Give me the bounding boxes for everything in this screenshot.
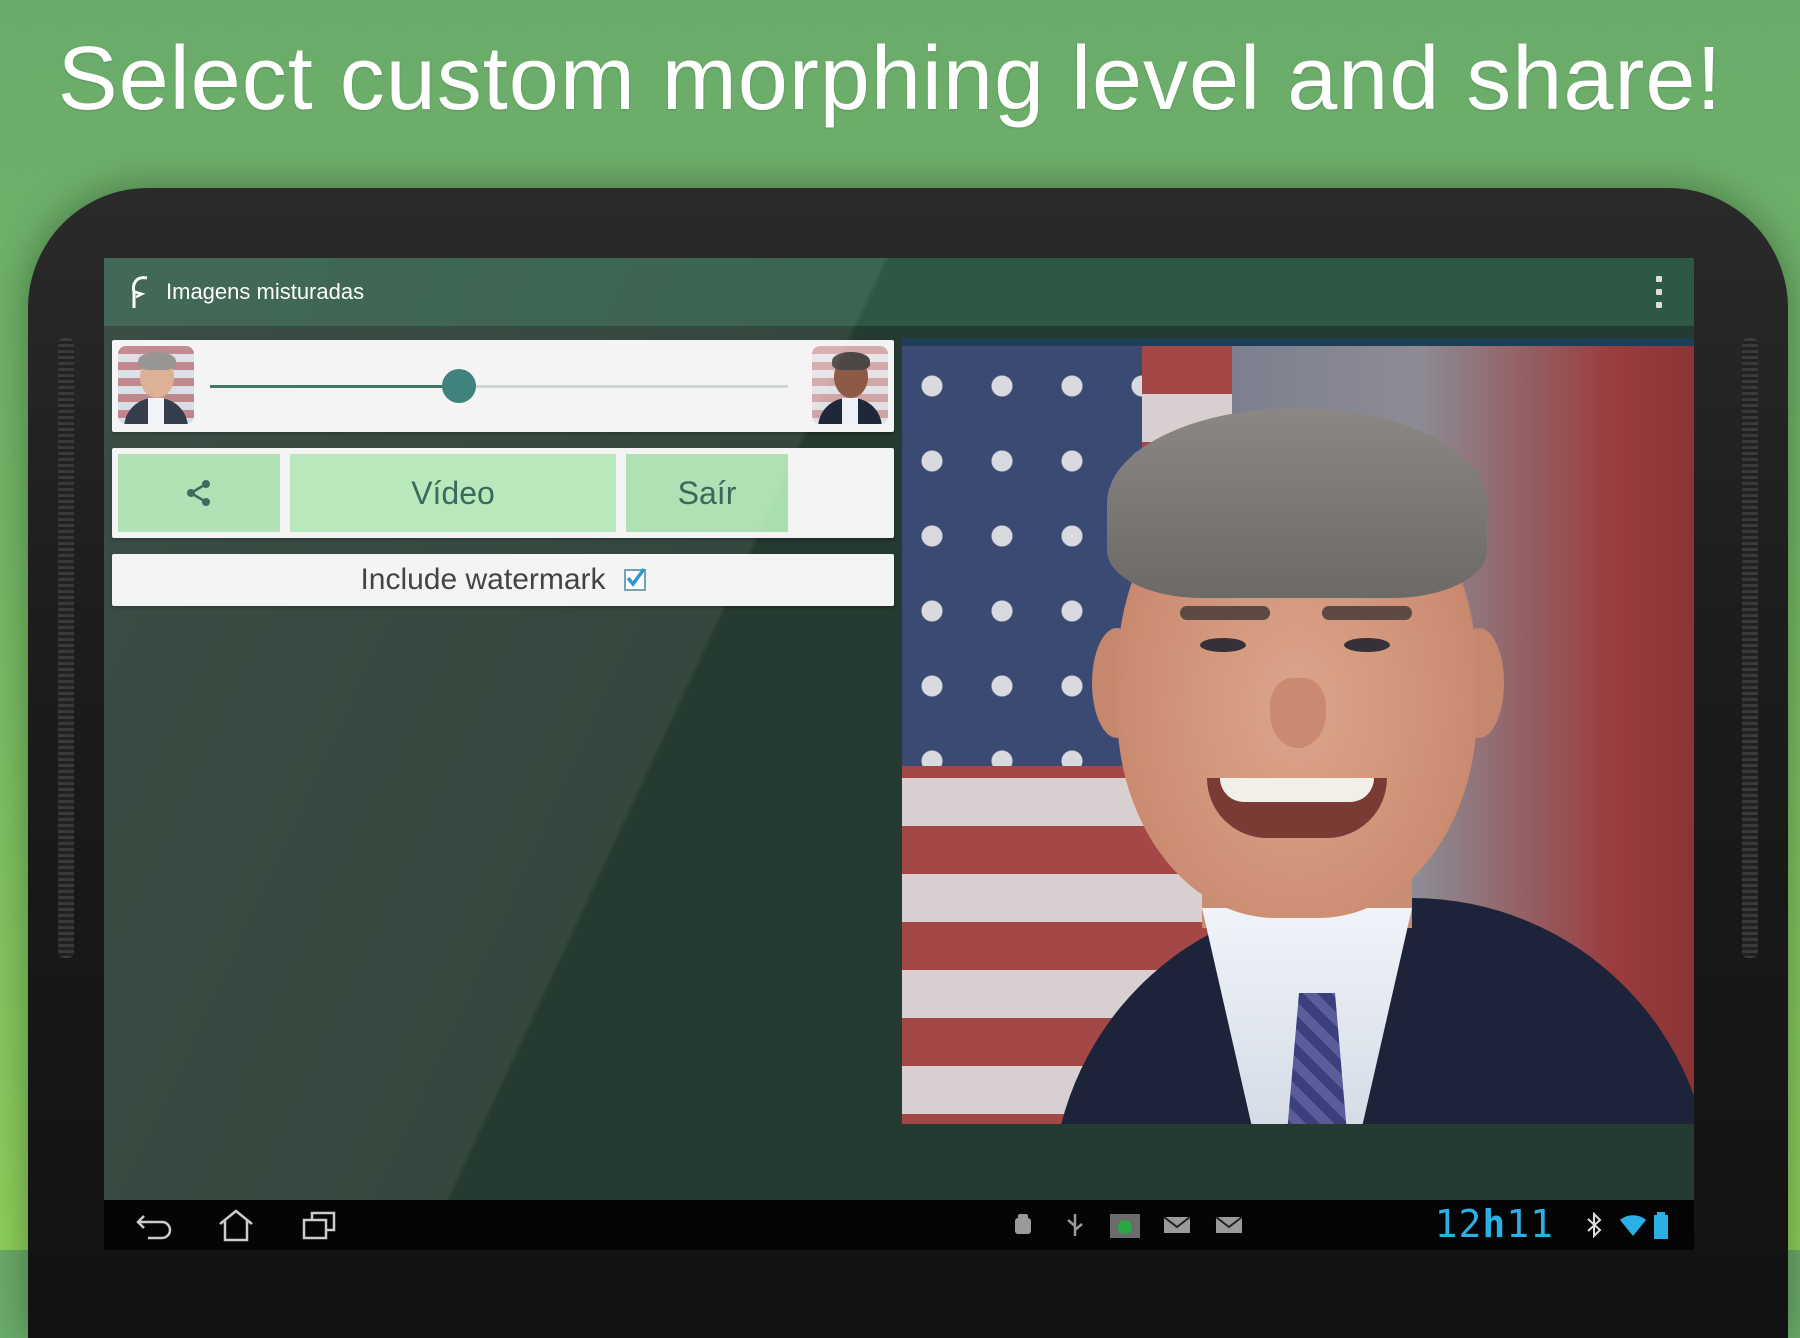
exit-button[interactable]: Saír: [626, 454, 788, 532]
clock-minutes: 11: [1506, 1202, 1554, 1246]
share-button[interactable]: [118, 454, 280, 532]
gmail-icon: [1214, 1212, 1244, 1238]
overflow-menu-icon[interactable]: [1654, 276, 1664, 308]
morphed-face-image: [902, 338, 1694, 1124]
app-title: Imagens misturadas: [166, 279, 365, 304]
source-face-thumbnail[interactable]: [118, 346, 194, 424]
video-button[interactable]: Vídeo: [290, 454, 616, 532]
system-nav-bar: 12h11: [104, 1200, 1694, 1250]
watermark-option[interactable]: Include watermark: [112, 554, 894, 606]
target-face-thumbnail[interactable]: [812, 346, 888, 424]
app-face-icon[interactable]: [130, 274, 152, 310]
slider-knob[interactable]: [441, 369, 476, 403]
promo-headline: Select custom morphing level and share!: [57, 29, 1723, 129]
app-screen: Imagens misturadas Vídeo Saír Include wa…: [104, 258, 1694, 1250]
battery-icon: [1652, 1212, 1682, 1239]
home-icon[interactable]: [216, 1208, 256, 1242]
morph-slider[interactable]: [210, 369, 788, 403]
share-icon: [187, 480, 210, 506]
email-icon: [1162, 1212, 1192, 1238]
wifi-icon: [1618, 1212, 1648, 1238]
status-clock: 12h11: [1435, 1202, 1554, 1246]
slider-fill: [210, 385, 459, 388]
back-icon[interactable]: [134, 1208, 174, 1242]
watermark-checkbox[interactable]: [623, 567, 646, 591]
android-debug-icon: [1008, 1212, 1038, 1238]
usb-icon: [1060, 1212, 1090, 1238]
screenshot-icon: [1108, 1212, 1140, 1238]
action-bar: Imagens misturadas: [104, 258, 1694, 326]
clock-separator: h: [1482, 1202, 1507, 1246]
recent-apps-icon[interactable]: [300, 1208, 340, 1242]
morph-slider-panel: [112, 340, 894, 432]
action-buttons-panel: Vídeo Saír: [112, 448, 894, 538]
checkmark-icon: [626, 567, 645, 587]
clock-hours: 12: [1434, 1202, 1483, 1246]
watermark-label: Include watermark: [360, 563, 606, 596]
bluetooth-icon: [1584, 1211, 1614, 1239]
